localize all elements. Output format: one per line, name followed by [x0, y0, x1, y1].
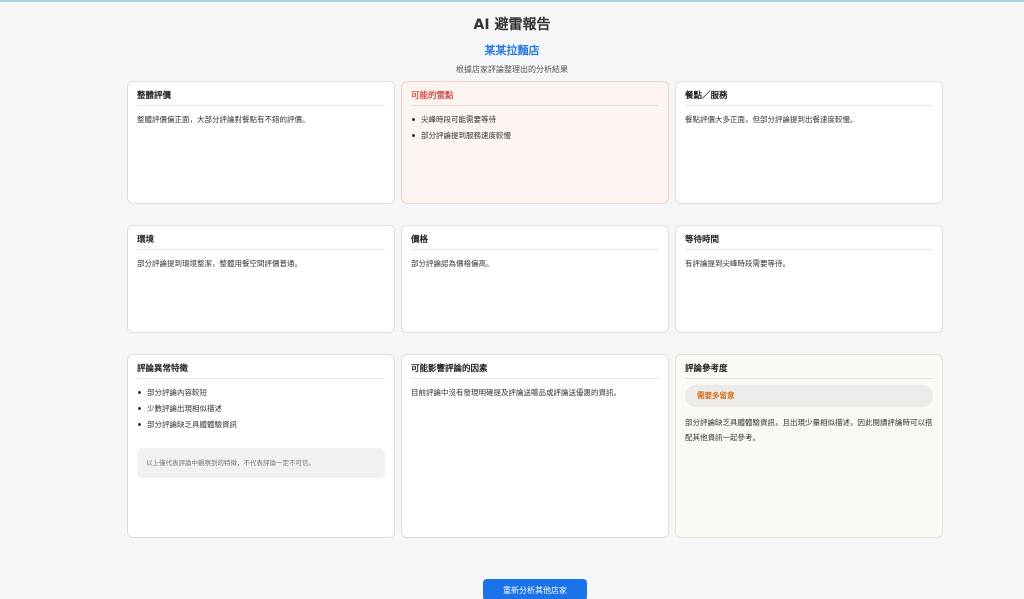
reference-title: 評論參考度	[685, 362, 933, 379]
reference-card: 評論參考度 需要多留意 部分評論缺乏具體體驗資訊，且出現少量相似描述，因此閱讀評…	[675, 354, 943, 538]
factors-text: 目前評論中沒有發現明確提及評論送贈品或評論送優惠的資訊。	[411, 388, 621, 397]
reference-badge: 需要多留意	[685, 385, 933, 407]
pitfalls-card: 可能的雷點 尖峰時段可能需要等待 部分評論提到服務速度較慢	[401, 81, 669, 204]
environment-card: 環境 部分評論提到環境整潔，整體用餐空間評價普通。	[127, 225, 395, 333]
anomaly-title: 評論異常特徵	[137, 362, 385, 379]
shop-name: 某某拉麵店	[484, 44, 540, 57]
anomaly-item: 部分評論缺乏具體體驗資訊	[137, 417, 385, 433]
anomaly-card: 評論異常特徵 部分評論內容較短 少數評論出現相似描述 部分評論缺乏具體體驗資訊 …	[127, 354, 395, 538]
food-service-card: 餐點／服務 餐點評價大多正面，但部分評論提到出餐速度較慢。	[675, 81, 943, 204]
page-subtitle: 根據店家評論整理出的分析結果	[456, 65, 568, 74]
wait-time-text: 有評論提到尖峰時段需要等待。	[685, 259, 790, 268]
environment-text: 部分評論提到環境整潔，整體用餐空間評價普通。	[137, 259, 302, 268]
food-service-title: 餐點／服務	[685, 89, 933, 106]
wait-time-title: 等待時間	[685, 233, 933, 250]
pitfall-item: 部分評論提到服務速度較慢	[411, 128, 659, 144]
page-title: AI 避雷報告	[473, 17, 551, 33]
price-text: 部分評論認為價格偏高。	[411, 259, 494, 268]
overall-title: 整體評價	[137, 89, 385, 106]
food-service-text: 餐點評價大多正面，但部分評論提到出餐速度較慢。	[685, 115, 858, 124]
reference-text: 部分評論缺乏具體體驗資訊，且出現少量相似描述，因此閱讀評論時可以搭配其他資訊一起…	[685, 418, 933, 442]
pitfalls-title: 可能的雷點	[411, 89, 659, 106]
wait-time-card: 等待時間 有評論提到尖峰時段需要等待。	[675, 225, 943, 333]
reanalyze-button[interactable]: 重新分析其他店家	[483, 579, 587, 599]
price-title: 價格	[411, 233, 659, 250]
factors-title: 可能影響評論的因素	[411, 362, 659, 379]
overall-card: 整體評價 整體評價偏正面，大部分評論對餐點有不錯的評價。	[127, 81, 395, 204]
price-card: 價格 部分評論認為價格偏高。	[401, 225, 669, 333]
anomaly-item: 部分評論內容較短	[137, 385, 385, 401]
anomaly-item: 少數評論出現相似描述	[137, 401, 385, 417]
pitfall-item: 尖峰時段可能需要等待	[411, 112, 659, 128]
overall-text: 整體評價偏正面，大部分評論對餐點有不錯的評價。	[137, 115, 310, 124]
anomaly-note: 以上僅代表評論中觀察到的特徵，不代表評論一定不可信。	[137, 448, 385, 478]
environment-title: 環境	[137, 233, 385, 250]
pitfalls-list: 尖峰時段可能需要等待 部分評論提到服務速度較慢	[411, 112, 659, 144]
factors-card: 可能影響評論的因素 目前評論中沒有發現明確提及評論送贈品或評論送優惠的資訊。	[401, 354, 669, 538]
anomaly-list: 部分評論內容較短 少數評論出現相似描述 部分評論缺乏具體體驗資訊	[137, 385, 385, 433]
